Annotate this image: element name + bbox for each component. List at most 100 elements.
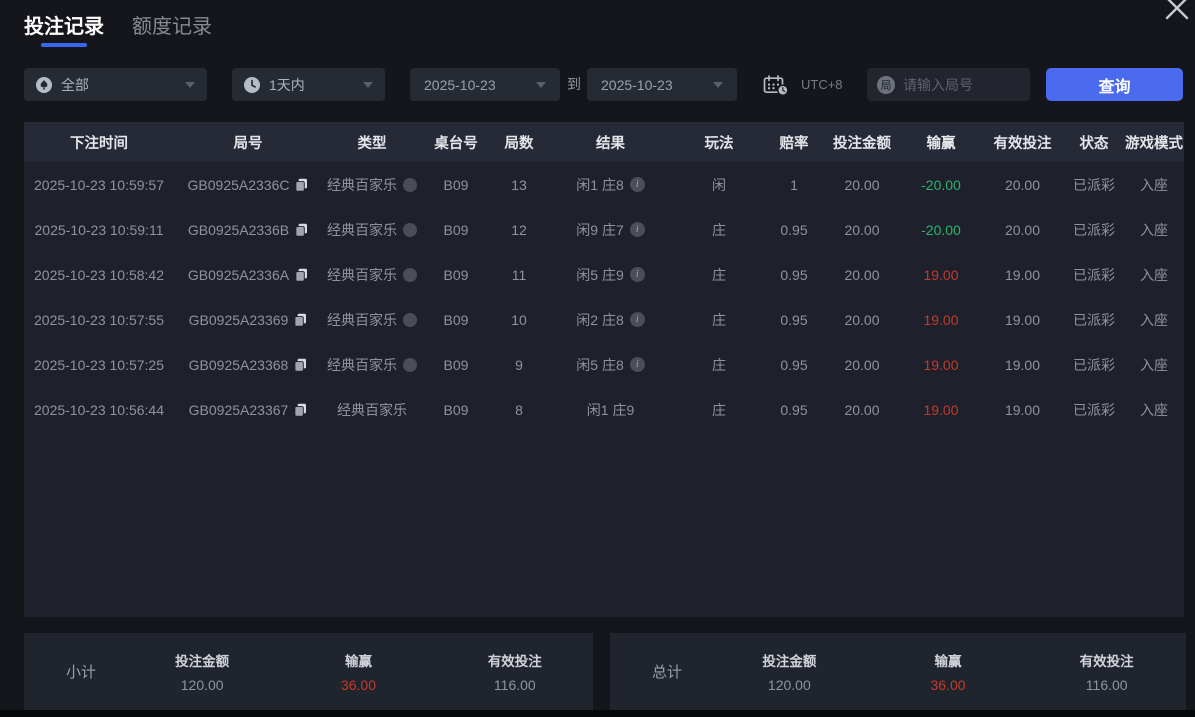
bet-amount: 20.00 [844, 176, 880, 193]
copy-icon[interactable] [294, 358, 307, 372]
bet-time: 2025-10-23 10:59:57 [34, 176, 164, 193]
table-row: 2025-10-23 10:56:44 GB0925A23367 经典百家乐 B… [24, 387, 1184, 432]
col-bet-time: 下注时间 [70, 135, 128, 152]
active-tab-underline [41, 43, 87, 47]
status: 已派彩 [1073, 176, 1115, 193]
rounds: 12 [511, 221, 527, 238]
summary-row: 小计 投注金额 120.00 输赢 36.00 有效投注 116.00 总计 投… [24, 633, 1186, 710]
game-id-search-input[interactable] [903, 76, 1020, 93]
odds: 1 [790, 176, 798, 193]
table-no: B09 [443, 401, 469, 418]
win-loss: 19.00 [923, 401, 959, 418]
result: 闲9 庄7 [576, 221, 624, 238]
tab-label: 投注记录 [24, 16, 104, 38]
copy-icon[interactable] [294, 313, 307, 327]
odds: 0.95 [780, 266, 808, 283]
subtotal-win-loss: 输赢 36.00 [340, 654, 377, 693]
date-to-label: 到 [567, 76, 581, 92]
result: 闲5 庄8 [576, 356, 624, 373]
subtotal-bet-amount: 投注金额 120.00 [175, 654, 230, 693]
game-mode: 入座 [1140, 221, 1168, 238]
time-range-select[interactable]: 1天内 [232, 68, 385, 101]
play: 闲 [712, 176, 726, 193]
video-dot-icon[interactable] [403, 267, 417, 282]
total-bet-amount: 投注金额 120.00 [762, 654, 817, 693]
bet-amount: 20.00 [844, 311, 880, 328]
copy-icon[interactable] [294, 403, 307, 417]
col-rounds: 局数 [504, 135, 534, 152]
win-loss: 19.00 [923, 311, 959, 328]
game-id: GB0925A2336A [187, 266, 290, 283]
valid-bet: 19.00 [1004, 266, 1041, 283]
info-icon[interactable]: i [629, 222, 645, 237]
col-status: 状态 [1079, 135, 1109, 152]
video-dot-icon[interactable] [403, 222, 417, 237]
game-mode: 入座 [1140, 176, 1168, 193]
total-panel: 总计 投注金额 120.00 输赢 36.00 有效投注 116.00 [610, 633, 1186, 710]
result: 闲2 庄8 [576, 311, 624, 328]
odds: 0.95 [780, 401, 808, 418]
result: 闲1 庄8 [576, 176, 624, 193]
date-to-select[interactable]: 2025-10-23 [587, 68, 737, 101]
info-icon[interactable]: i [629, 177, 645, 192]
calendar-clock-icon [763, 75, 789, 101]
game-id: GB0925A2336C [187, 176, 290, 193]
table-header-row: 下注时间 局号 类型 桌台号 局数 结果 玩法 赔率 投注金额 输赢 有效投注 … [24, 122, 1184, 162]
subtotal-valid-bet: 有效投注 116.00 [487, 654, 542, 693]
info-icon[interactable]: i [629, 267, 645, 282]
game-type: 经典百家乐 [327, 311, 397, 328]
win-loss: -20.00 [921, 221, 961, 238]
valid-bet: 19.00 [1004, 401, 1041, 418]
search-field[interactable]: 局 [867, 68, 1030, 101]
col-odds: 赔率 [779, 135, 809, 152]
copy-icon[interactable] [295, 178, 308, 192]
video-dot-icon[interactable] [403, 357, 417, 372]
timezone-label: UTC+8 [801, 77, 843, 92]
play: 庄 [712, 311, 726, 328]
tabs: 投注记录 额度记录 [24, 10, 212, 47]
bet-time: 2025-10-23 10:58:42 [34, 266, 164, 283]
rounds: 11 [511, 266, 527, 283]
bet-amount: 20.00 [844, 266, 880, 283]
game-id: GB0925A23369 [188, 311, 289, 328]
game-type: 经典百家乐 [337, 401, 407, 418]
bet-amount: 20.00 [844, 401, 880, 418]
close-icon[interactable] [1161, 0, 1193, 24]
game-type: 经典百家乐 [327, 356, 397, 373]
tab-label: 额度记录 [132, 16, 212, 38]
result: 闲5 庄9 [576, 266, 624, 283]
table-row: 2025-10-23 10:57:55 GB0925A23369 经典百家乐 B… [24, 297, 1184, 342]
game-id: GB0925A23367 [188, 401, 289, 418]
category-select[interactable]: 全部 [24, 68, 207, 101]
col-table-no: 桌台号 [434, 135, 478, 152]
info-icon[interactable]: i [629, 312, 645, 327]
valid-bet: 19.00 [1004, 356, 1041, 373]
info-icon[interactable]: i [629, 357, 645, 372]
valid-bet: 20.00 [1004, 176, 1041, 193]
table-no: B09 [443, 221, 469, 238]
total-title: 总计 [652, 664, 683, 681]
copy-icon[interactable] [295, 223, 308, 237]
filter-bar: 全部 1天内 2025-10-23 到 2025-10-23 UTC+8 局 请… [0, 68, 1195, 101]
tab-quota-records[interactable]: 额度记录 [132, 10, 212, 47]
play: 庄 [712, 356, 726, 373]
win-loss: -20.00 [921, 176, 961, 193]
copy-icon[interactable] [295, 268, 308, 282]
table-no: B09 [443, 356, 469, 373]
total-win-loss: 输赢 36.00 [930, 654, 966, 693]
tab-betting-records[interactable]: 投注记录 [24, 10, 104, 47]
game-type: 经典百家乐 [327, 266, 397, 283]
video-dot-icon[interactable] [403, 312, 417, 327]
play: 庄 [712, 401, 726, 418]
date-from-select[interactable]: 2025-10-23 [410, 68, 560, 101]
game-mode: 入座 [1140, 356, 1168, 373]
col-result: 结果 [596, 135, 625, 152]
win-loss: 19.00 [923, 356, 959, 373]
video-dot-icon[interactable] [403, 177, 417, 192]
col-valid-bet: 有效投注 [993, 135, 1052, 152]
bet-time: 2025-10-23 10:57:25 [34, 356, 164, 373]
rounds: 8 [515, 401, 523, 418]
query-button[interactable]: 查询 [1046, 68, 1183, 101]
game-id: GB0925A23368 [188, 356, 289, 373]
table-row: 2025-10-23 10:59:11 GB0925A2336B 经典百家乐 B… [24, 207, 1184, 252]
